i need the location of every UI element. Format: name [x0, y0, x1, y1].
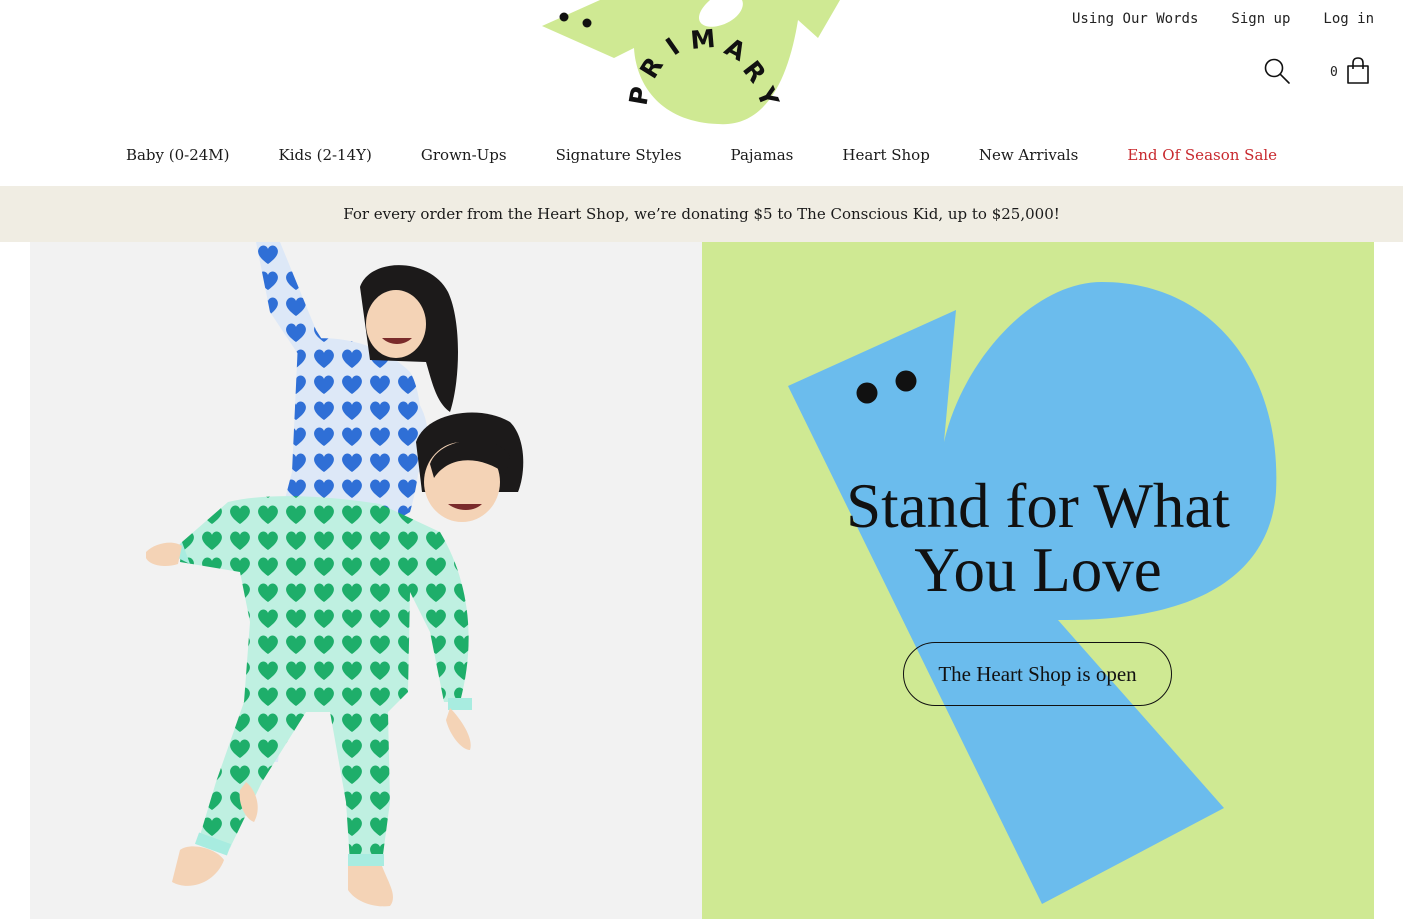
heart-shop-cta-button[interactable]: The Heart Shop is open	[903, 642, 1172, 706]
kids-in-heart-pajamas-illustration	[146, 242, 524, 907]
logo-bird-mark: P R I M A R Y	[542, 0, 840, 125]
main-nav: Baby (0-24M) Kids (2-14Y) Grown-Ups Sign…	[0, 146, 1403, 164]
nav-grown-ups[interactable]: Grown-Ups	[421, 146, 507, 164]
search-button[interactable]	[1262, 56, 1292, 86]
nav-baby[interactable]: Baby (0-24M)	[126, 146, 230, 164]
cart-button[interactable]: 0	[1330, 56, 1370, 86]
cart-count: 0	[1330, 64, 1338, 80]
hero-title-line-1: Stand for What	[846, 471, 1230, 541]
nav-pajamas[interactable]: Pajamas	[731, 146, 794, 164]
using-our-words-link[interactable]: Using Our Words	[1072, 11, 1198, 27]
sign-up-link[interactable]: Sign up	[1231, 11, 1290, 27]
nav-new-arrivals[interactable]: New Arrivals	[979, 146, 1079, 164]
log-in-link[interactable]: Log in	[1323, 11, 1374, 27]
hero-title: Stand for What You Love	[702, 474, 1374, 602]
nav-signature-styles[interactable]: Signature Styles	[556, 146, 682, 164]
hero-photo-kids-pajamas[interactable]	[30, 242, 702, 919]
announcement-text[interactable]: For every order from the Heart Shop, we’…	[343, 205, 1060, 223]
logo-letter: M	[689, 24, 716, 55]
search-icon	[1264, 58, 1290, 84]
nav-heart-shop[interactable]: Heart Shop	[842, 146, 929, 164]
announcement-banner: For every order from the Heart Shop, we’…	[0, 186, 1403, 242]
nav-kids[interactable]: Kids (2-14Y)	[279, 146, 372, 164]
shopping-bag-icon	[1347, 57, 1369, 84]
hero-title-line-2: You Love	[914, 535, 1162, 605]
primary-logo[interactable]: P R I M A R Y	[540, 0, 845, 130]
hero-promo-panel: Stand for What You Love The Heart Shop i…	[702, 242, 1374, 919]
utility-nav: Using Our Words Sign up Log in	[1072, 11, 1374, 27]
nav-end-of-season-sale[interactable]: End Of Season Sale	[1127, 146, 1277, 164]
